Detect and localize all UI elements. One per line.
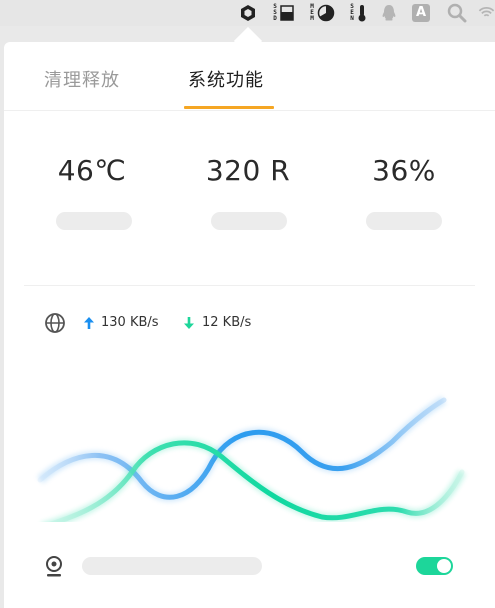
upload-speed: 130 KB/s [101,315,159,330]
sen-label-text: SEN [350,3,354,22]
system-popover: 清理释放 系统功能 46℃ 320 R 36% 130 KB/s 12 KB/s [4,42,495,608]
network-wave-graph [37,396,467,522]
section-divider [24,285,475,286]
download-speed: 12 KB/s [202,315,252,330]
memory-icon[interactable]: MEM [307,3,337,23]
menu-bar: SSD MEM SEN A [0,0,495,26]
temperature-value: 46℃ [57,154,127,187]
ssd-icon[interactable]: SSD [271,3,295,23]
mem-label: MEM [309,4,315,22]
input-method-icon[interactable]: A [410,3,432,23]
network-speed-row: 130 KB/s 12 KB/s [44,312,344,334]
webcam-icon [46,556,62,577]
temperature-label-placeholder [56,212,132,230]
globe-icon [45,313,65,333]
webcam-toggle[interactable] [416,557,453,575]
ssd-label: SSD [272,4,278,22]
download-arrow-icon [184,317,194,329]
upload-wave-line [37,397,447,500]
tab-system-functions[interactable]: 系统功能 [188,66,264,92]
cpu-label-placeholder [366,212,442,230]
tab-cleanup[interactable]: 清理释放 [44,66,120,92]
tab-bar: 清理释放 系统功能 [4,42,495,111]
ssd-label-text: SSD [273,3,277,22]
fan-speed-value: 320 R [205,154,291,187]
cpu-usage-value: 36% [372,154,436,187]
webcam-label-placeholder [82,557,262,575]
input-method-label: A [412,4,430,22]
webcam-row [4,552,495,582]
fan-label-placeholder [211,212,287,230]
toggle-knob [437,559,451,573]
wifi-icon[interactable] [478,3,495,23]
mem-label-text: MEM [310,3,314,22]
sensor-icon[interactable]: SEN [346,3,370,23]
active-tab-indicator [184,106,274,109]
sen-label: SEN [349,4,355,22]
search-icon[interactable] [446,3,468,23]
qq-icon[interactable] [378,3,400,23]
hexagon-nut-icon[interactable] [238,3,258,23]
upload-arrow-icon [84,317,94,329]
